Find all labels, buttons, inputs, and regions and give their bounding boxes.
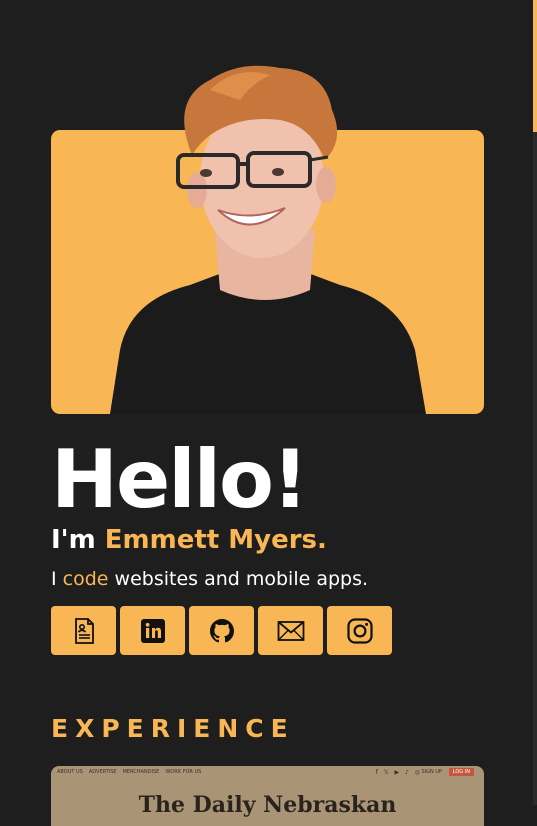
github-icon [209, 618, 234, 642]
preview-social-icons: f 𝕏 ▶ ♪ ◎ [375, 769, 422, 776]
hero-greeting: Hello! [51, 433, 308, 526]
preview-login: LOG IN [448, 768, 474, 776]
preview-masthead: The Daily Nebraskan [138, 792, 397, 818]
social-links [51, 606, 392, 655]
email-button[interactable] [258, 606, 323, 655]
hero-name: Emmett Myers. [104, 525, 327, 555]
instagram-button[interactable] [327, 606, 392, 655]
profile-photo [100, 60, 440, 414]
preview-nav-item: WORK FOR US [165, 769, 202, 775]
preview-nav: ABOUT US ADVERTISE MERCHANDISE WORK FOR … [57, 769, 201, 775]
resume-button[interactable] [51, 606, 116, 655]
tagline-suffix: websites and mobile apps. [108, 568, 369, 590]
scrollbar-thumb[interactable] [533, 0, 537, 132]
intro-prefix: I'm [51, 525, 105, 555]
linkedin-button[interactable] [120, 606, 185, 655]
linkedin-icon [140, 618, 165, 643]
resume-icon [74, 617, 94, 644]
tagline-prefix: I [51, 568, 63, 590]
github-button[interactable] [189, 606, 254, 655]
hero-intro: I'm Emmett Myers. [51, 524, 327, 556]
preview-nav-item: MERCHANDISE [122, 769, 160, 775]
preview-nav-item: ADVERTISE [88, 769, 117, 775]
experience-heading: EXPERIENCE [51, 714, 295, 743]
instagram-icon [346, 617, 373, 644]
tagline-accent: code [62, 568, 109, 590]
mail-icon [277, 620, 304, 641]
experience-card-daily-nebraskan[interactable]: ABOUT US ADVERTISE MERCHANDISE WORK FOR … [51, 766, 484, 826]
preview-nav-item: ABOUT US [57, 769, 83, 775]
scrollbar-track[interactable] [533, 0, 537, 805]
hero-tagline: I code websites and mobile apps. [51, 566, 368, 592]
preview-signup: SIGN UP [421, 769, 442, 775]
